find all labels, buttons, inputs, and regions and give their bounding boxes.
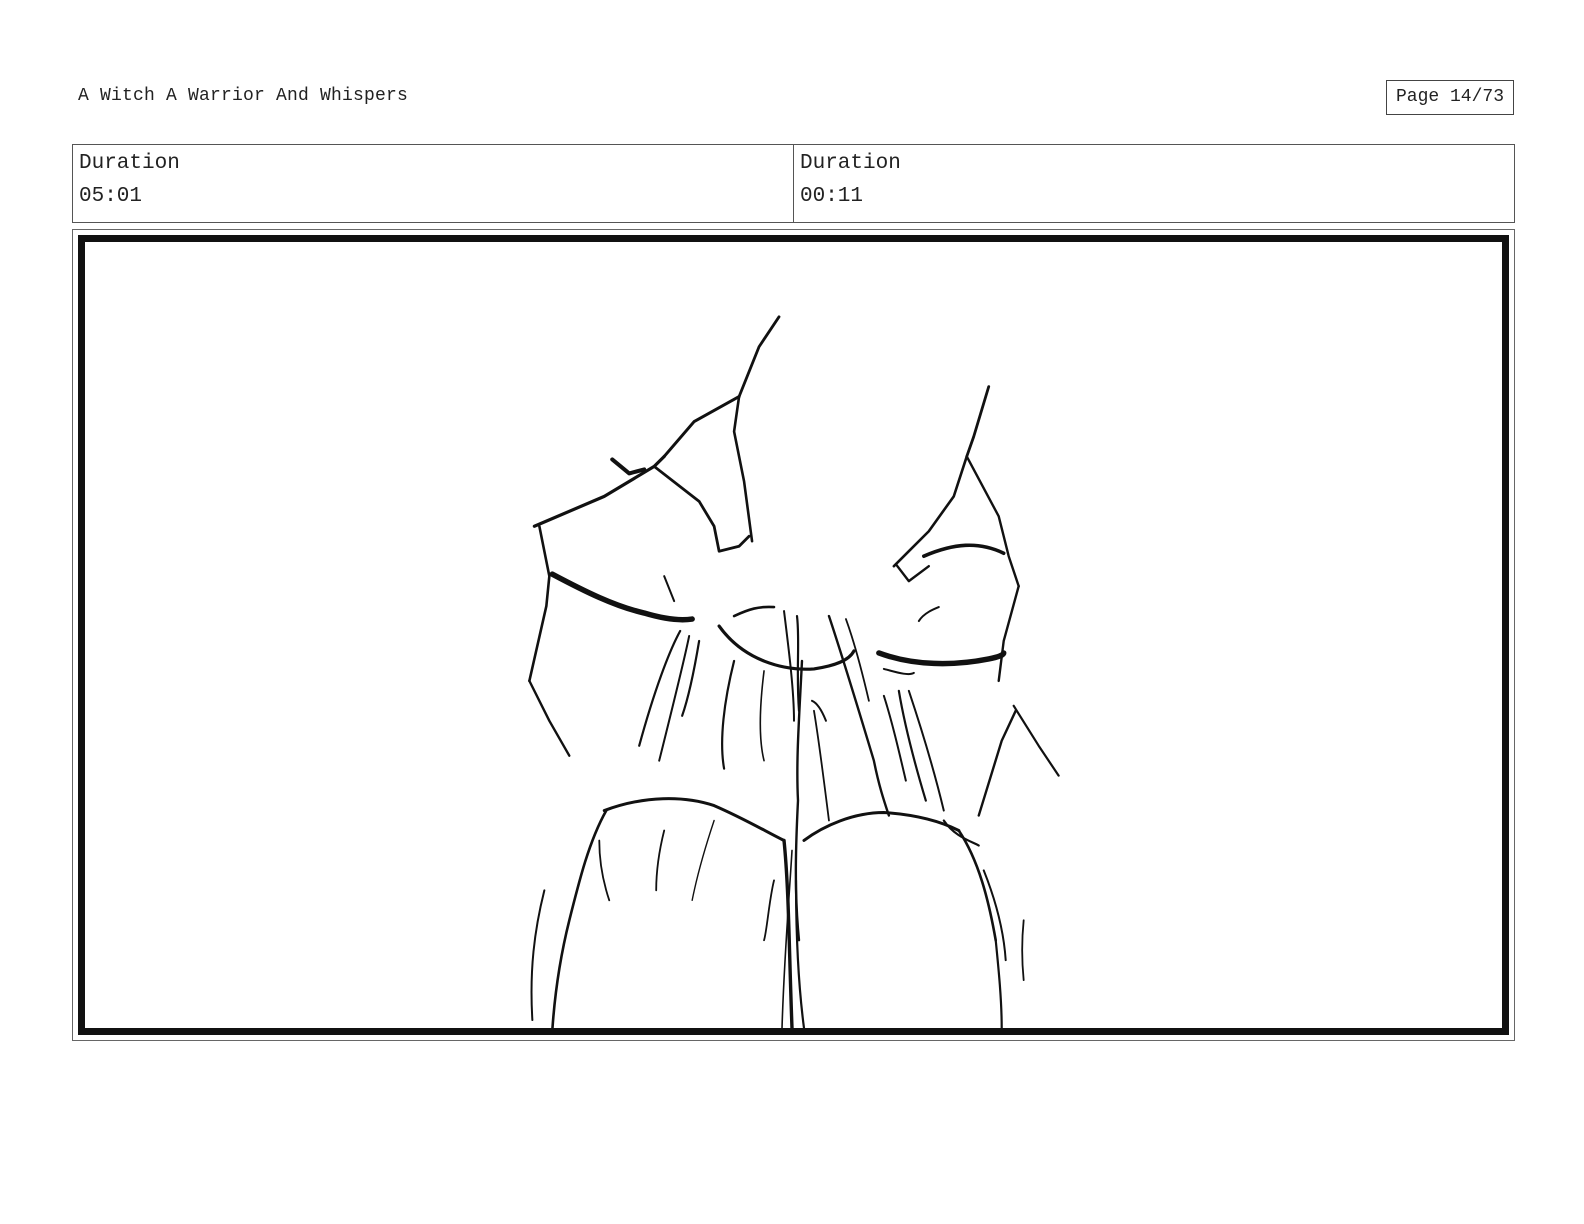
duration-label: Duration — [800, 152, 901, 175]
storyboard-panel — [78, 235, 1509, 1035]
storyboard-frame — [72, 229, 1515, 1041]
duration-cell-left: Duration 05:01 — [73, 145, 793, 222]
duration-cell-right: Duration 00:11 — [793, 145, 1514, 222]
sketch-drawing — [528, 315, 1060, 1028]
duration-table: Duration 05:01 Duration 00:11 — [72, 144, 1515, 223]
duration-value: 05:01 — [79, 185, 143, 208]
page-number: Page 14/73 — [1386, 80, 1514, 115]
duration-label: Duration — [79, 152, 180, 175]
document-title: A Witch A Warrior And Whispers — [78, 86, 409, 106]
duration-value: 00:11 — [800, 185, 864, 208]
